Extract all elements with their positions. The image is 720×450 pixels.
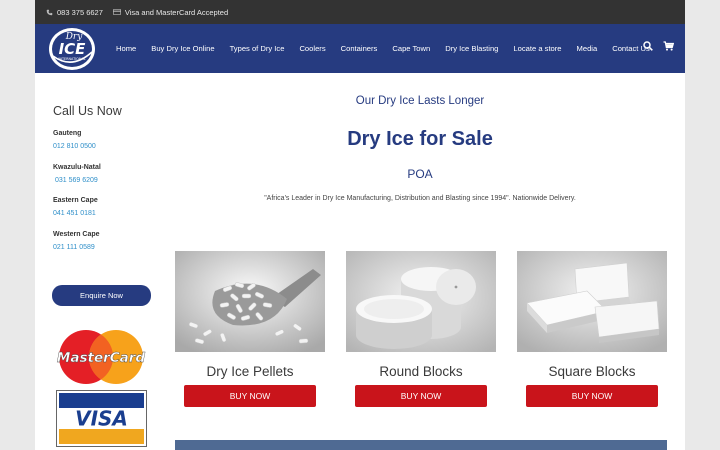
square-blocks-image[interactable]	[517, 251, 667, 352]
logo-ice-text: ICE	[59, 40, 87, 58]
nav-coolers[interactable]: Coolers	[299, 44, 325, 53]
logo-sub-text: INTERNATIONAL	[58, 57, 85, 61]
section-banner-strip	[175, 440, 667, 450]
buy-now-button[interactable]: BUY NOW	[184, 385, 316, 407]
mastercard-logo: MasterCard	[57, 330, 146, 384]
top-info-bar: 083 375 6627 Visa and MasterCard Accepte…	[35, 0, 685, 24]
product-name[interactable]: Square Blocks	[517, 364, 667, 379]
topbar-payments-text: Visa and MasterCard Accepted	[124, 7, 229, 17]
credit-card-icon	[112, 9, 121, 15]
product-card: Dry Ice Pellets BUY NOW	[175, 251, 325, 407]
product-card: Round Blocks BUY NOW	[346, 251, 496, 407]
main-navbar: Dry ICE INTERNATIONAL Home Buy Dry Ice O…	[35, 24, 685, 73]
company-tagline: "Africa's Leader in Dry Ice Manufacturin…	[264, 195, 576, 202]
mastercard-text: MasterCard	[57, 350, 146, 366]
content-area: Call Us Now Gauteng 012 810 0500 Kwazulu…	[35, 73, 685, 450]
nav-home[interactable]: Home	[116, 44, 136, 53]
product-name[interactable]: Dry Ice Pellets	[175, 364, 325, 379]
price: POA	[407, 167, 433, 181]
subtitle: Our Dry Ice Lasts Longer	[355, 95, 485, 107]
region-phone-link[interactable]: 012 810 0500	[53, 143, 96, 150]
region-name: Eastern Cape	[53, 197, 98, 204]
nav-cape-town[interactable]: Cape Town	[392, 44, 430, 53]
phone-icon	[46, 9, 53, 15]
cart-icon[interactable]	[663, 41, 674, 51]
buy-now-button[interactable]: BUY NOW	[355, 385, 487, 407]
product-name[interactable]: Round Blocks	[346, 364, 496, 379]
nav-locate-a-store[interactable]: Locate a store	[513, 44, 561, 53]
region-name: Western Cape	[53, 231, 100, 238]
region-name: Kwazulu-Natal	[53, 164, 101, 171]
region-gauteng: Gauteng 012 810 0500	[53, 130, 96, 150]
round-blocks-image[interactable]	[346, 251, 496, 352]
topbar-phone[interactable]: 083 375 6627	[46, 8, 103, 17]
topbar-payments: Visa and MasterCard Accepted	[112, 7, 229, 17]
region-western-cape: Western Cape 021 111 0589	[53, 231, 100, 251]
region-eastern-cape: Eastern Cape 041 451 0181	[53, 197, 98, 217]
nav-types-of-dry-ice[interactable]: Types of Dry Ice	[230, 44, 285, 53]
nav-containers[interactable]: Containers	[341, 44, 378, 53]
topbar-phone-text: 083 375 6627	[57, 7, 103, 17]
enquire-now-button[interactable]: Enquire Now	[52, 285, 151, 306]
region-phone-link[interactable]: 041 451 0181	[53, 210, 98, 217]
dry-ice-logo[interactable]: Dry ICE INTERNATIONAL	[47, 26, 97, 72]
region-phone-link[interactable]: 031 569 6209	[53, 177, 101, 184]
buy-now-button[interactable]: BUY NOW	[526, 385, 658, 407]
primary-nav: Home Buy Dry Ice Online Types of Dry Ice…	[116, 24, 665, 73]
visa-logo: VISA	[56, 390, 147, 447]
visa-text: VISA	[75, 407, 128, 431]
region-kwazulu-natal: Kwazulu-Natal 031 569 6209	[53, 164, 101, 184]
pellets-image[interactable]	[175, 251, 325, 352]
nav-icons	[643, 41, 674, 51]
region-name: Gauteng	[53, 130, 82, 137]
nav-media[interactable]: Media	[577, 44, 598, 53]
product-card: Square Blocks BUY NOW	[517, 251, 667, 407]
page-title: Dry Ice for Sale	[347, 128, 493, 150]
call-us-heading: Call Us Now	[53, 104, 122, 118]
nav-buy-dry-ice-online[interactable]: Buy Dry Ice Online	[151, 44, 214, 53]
nav-dry-ice-blasting[interactable]: Dry Ice Blasting	[445, 44, 498, 53]
search-icon[interactable]	[643, 41, 653, 51]
region-phone-link[interactable]: 021 111 0589	[53, 244, 100, 251]
